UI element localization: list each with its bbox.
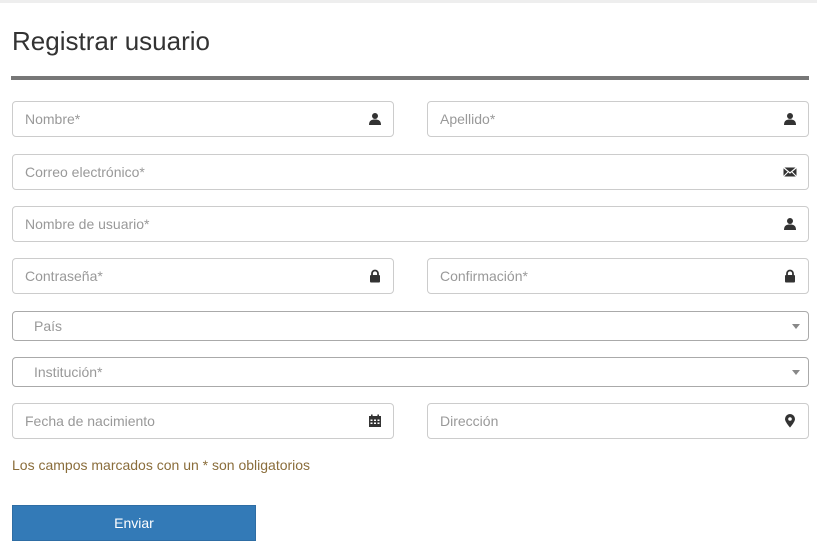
last-name-input[interactable] xyxy=(440,102,782,136)
email-field[interactable] xyxy=(12,154,809,190)
country-select-value: País xyxy=(34,318,63,334)
birthdate-field[interactable] xyxy=(12,403,394,439)
required-fields-note: Los campos marcados con un * son obligat… xyxy=(12,457,311,473)
envelope-icon xyxy=(782,164,798,180)
title-divider xyxy=(11,76,809,80)
first-name-input[interactable] xyxy=(25,102,367,136)
chevron-down-icon xyxy=(792,369,800,375)
birthdate-input[interactable] xyxy=(25,404,367,438)
institution-select-value: Institución* xyxy=(34,364,103,380)
email-input[interactable] xyxy=(25,155,782,189)
calendar-icon xyxy=(367,413,383,429)
password-confirm-input[interactable] xyxy=(440,259,782,293)
submit-button[interactable]: Enviar xyxy=(12,505,256,541)
lock-icon xyxy=(367,268,383,284)
user-icon xyxy=(782,216,798,232)
address-field[interactable] xyxy=(427,403,809,439)
address-input[interactable] xyxy=(440,404,782,438)
country-select[interactable]: País xyxy=(12,311,809,341)
first-name-field[interactable] xyxy=(12,101,394,137)
user-icon xyxy=(782,111,798,127)
password-field[interactable] xyxy=(12,258,394,294)
lock-icon xyxy=(782,268,798,284)
chevron-down-icon xyxy=(792,323,800,329)
last-name-field[interactable] xyxy=(427,101,809,137)
institution-select[interactable]: Institución* xyxy=(12,357,809,387)
page-title: Registrar usuario xyxy=(12,26,210,56)
username-input[interactable] xyxy=(25,207,782,241)
username-field[interactable] xyxy=(12,206,809,242)
top-border xyxy=(0,0,817,3)
user-icon xyxy=(367,111,383,127)
password-input[interactable] xyxy=(25,259,367,293)
map-marker-icon xyxy=(782,413,798,429)
password-confirm-field[interactable] xyxy=(427,258,809,294)
